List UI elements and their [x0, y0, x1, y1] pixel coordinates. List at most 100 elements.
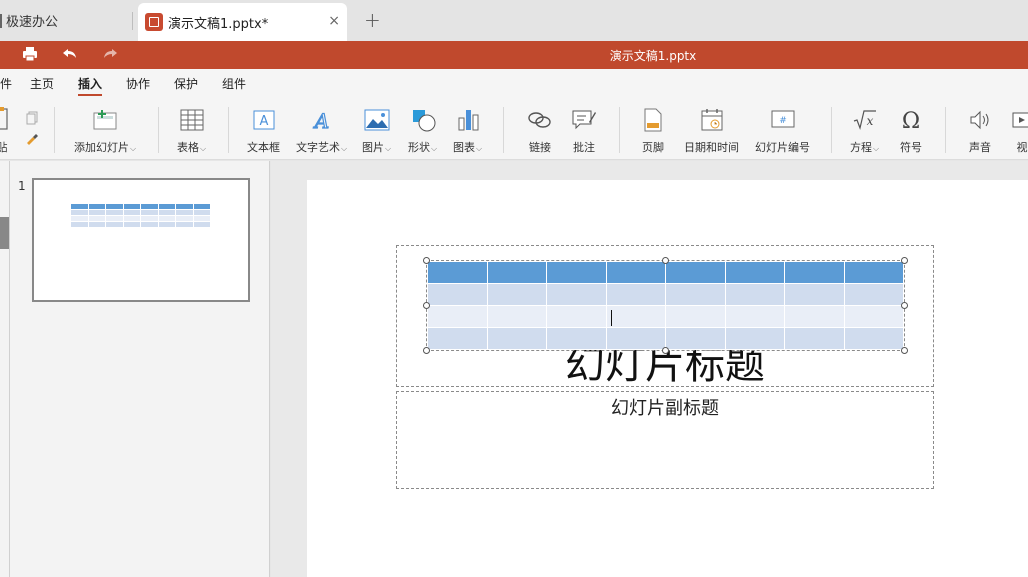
wordart-button[interactable]: A 文字艺术⌵ — [296, 107, 347, 155]
resize-handle-top[interactable] — [662, 257, 669, 264]
equation-label: 方程 — [850, 141, 872, 154]
slide-number-label: 幻灯片编号 — [755, 141, 810, 154]
svg-text:A: A — [259, 114, 268, 129]
menu-home[interactable]: 主页 — [30, 75, 54, 92]
panel-scroll-marker[interactable] — [0, 217, 9, 249]
slide[interactable]: 幻灯片标题 幻灯片副标题 — [307, 180, 1028, 577]
speaker-icon — [968, 107, 992, 133]
link-icon — [527, 107, 553, 133]
ribbon-separator — [831, 107, 832, 153]
tab-jisu-office[interactable]: 极速办公 — [0, 0, 132, 41]
svg-text:A: A — [312, 109, 328, 132]
resize-handle-right[interactable] — [901, 302, 908, 309]
paste-label: 贴 — [0, 141, 8, 154]
symbol-button[interactable]: Ω 符号 — [899, 107, 923, 155]
tab-label: 极速办公 — [6, 15, 59, 30]
comment-icon — [571, 107, 597, 133]
slide-thumbnail-pane: 1 — [10, 161, 270, 577]
menu-file[interactable]: 件 — [0, 75, 12, 92]
menu-protect[interactable]: 保护 — [174, 75, 198, 92]
datetime-button[interactable]: 日期和时间 — [684, 107, 739, 155]
copy-button[interactable] — [24, 105, 40, 131]
menu-collaborate[interactable]: 协作 — [126, 75, 150, 92]
symbol-label: 符号 — [900, 141, 922, 154]
resize-handle-bottom[interactable] — [662, 347, 669, 354]
chevron-down-icon: ⌵ — [873, 144, 880, 153]
footer-button[interactable]: 页脚 — [642, 107, 664, 155]
table-selection-frame — [426, 260, 905, 351]
chevron-down-icon: ⌵ — [385, 144, 392, 153]
tab-label: 演示文稿1.pptx* — [168, 16, 269, 32]
shape-icon — [410, 107, 436, 133]
textbox-button[interactable]: A 文本框 — [247, 107, 280, 155]
resize-handle-top-left[interactable] — [423, 257, 430, 264]
document-title: 演示文稿1.pptx — [609, 49, 697, 63]
equation-icon: x — [852, 107, 878, 133]
chevron-down-icon: ⌵ — [476, 144, 483, 153]
menu-components[interactable]: 组件 — [222, 75, 246, 92]
thumbnail-table-cell — [106, 222, 124, 228]
ribbon-separator — [619, 107, 620, 153]
ribbon-separator — [503, 107, 504, 153]
close-tab-icon[interactable]: × — [328, 13, 340, 29]
chart-button[interactable]: 图表⌵ — [453, 107, 482, 155]
resize-handle-left[interactable] — [423, 302, 430, 309]
tab-document[interactable]: 演示文稿1.pptx* × — [138, 3, 347, 41]
new-tab-button[interactable]: + — [364, 8, 381, 32]
slide-subtitle: 幻灯片副标题 — [611, 398, 719, 419]
thumbnail-table-cell — [176, 222, 194, 228]
left-collapsed-panel — [0, 161, 10, 577]
svg-text:Ω: Ω — [902, 109, 920, 132]
paste-button[interactable]: 贴 — [0, 107, 10, 155]
chevron-down-icon: ⌵ — [130, 144, 137, 153]
slide-number-icon: # — [770, 107, 796, 133]
format-painter-icon — [24, 131, 40, 147]
textbox-label: 文本框 — [247, 141, 280, 154]
add-slide-icon — [92, 107, 118, 133]
video-button[interactable]: 视 — [1012, 107, 1028, 155]
text-cursor — [611, 310, 612, 326]
format-painter-button[interactable] — [24, 131, 40, 147]
resize-handle-bottom-left[interactable] — [423, 347, 430, 354]
footer-icon — [643, 107, 663, 133]
tab-bar: 极速办公 演示文稿1.pptx* × + — [0, 0, 1028, 41]
chevron-down-icon: ⌵ — [200, 144, 207, 153]
slide-number: 1 — [18, 179, 26, 193]
thumbnail-table-cell — [193, 222, 211, 228]
shape-button[interactable]: 形状⌵ — [408, 107, 437, 155]
subtitle-placeholder[interactable]: 幻灯片副标题 — [396, 391, 934, 489]
resize-handle-top-right[interactable] — [901, 257, 908, 264]
ribbon-insert: 贴 添加幻灯片⌵ 表格⌵ A 文本框 A 文字艺术⌵ 图片⌵ 形状⌵ 图表⌵ 链… — [0, 99, 1028, 160]
table-button[interactable]: 表格⌵ — [177, 107, 206, 155]
copy-icon — [24, 105, 40, 131]
datetime-label: 日期和时间 — [684, 141, 739, 154]
audio-button[interactable]: 声音 — [968, 107, 992, 155]
slide-number-button[interactable]: # 幻灯片编号 — [755, 107, 810, 155]
equation-button[interactable]: x 方程⌵ — [850, 107, 879, 155]
ribbon-separator — [228, 107, 229, 153]
presentation-file-icon — [145, 13, 163, 31]
chevron-down-icon: ⌵ — [341, 144, 348, 153]
slide-thumbnail[interactable] — [32, 178, 250, 302]
link-button[interactable]: 链接 — [527, 107, 553, 155]
chart-label: 图表 — [453, 141, 475, 154]
ribbon-separator — [945, 107, 946, 153]
chevron-down-icon: ⌵ — [431, 144, 438, 153]
footer-label: 页脚 — [642, 141, 664, 154]
paste-icon — [0, 107, 10, 133]
add-slide-label: 添加幻灯片 — [74, 141, 129, 154]
comment-button[interactable]: 批注 — [571, 107, 597, 155]
bar-chart-icon — [456, 107, 480, 133]
thumbnail-table-cell — [88, 222, 106, 228]
resize-handle-bottom-right[interactable] — [901, 347, 908, 354]
slide-editor-canvas: 幻灯片标题 幻灯片副标题 — [271, 161, 1028, 577]
svg-text:#: # — [779, 116, 787, 126]
menu-insert[interactable]: 插入 — [78, 75, 103, 96]
comment-label: 批注 — [573, 141, 595, 154]
thumbnail-table — [71, 204, 211, 228]
ribbon-separator — [158, 107, 159, 153]
image-button[interactable]: 图片⌵ — [362, 107, 391, 155]
add-slide-button[interactable]: 添加幻灯片⌵ — [74, 107, 136, 155]
table-label: 表格 — [177, 141, 199, 154]
svg-text:x: x — [866, 114, 873, 128]
